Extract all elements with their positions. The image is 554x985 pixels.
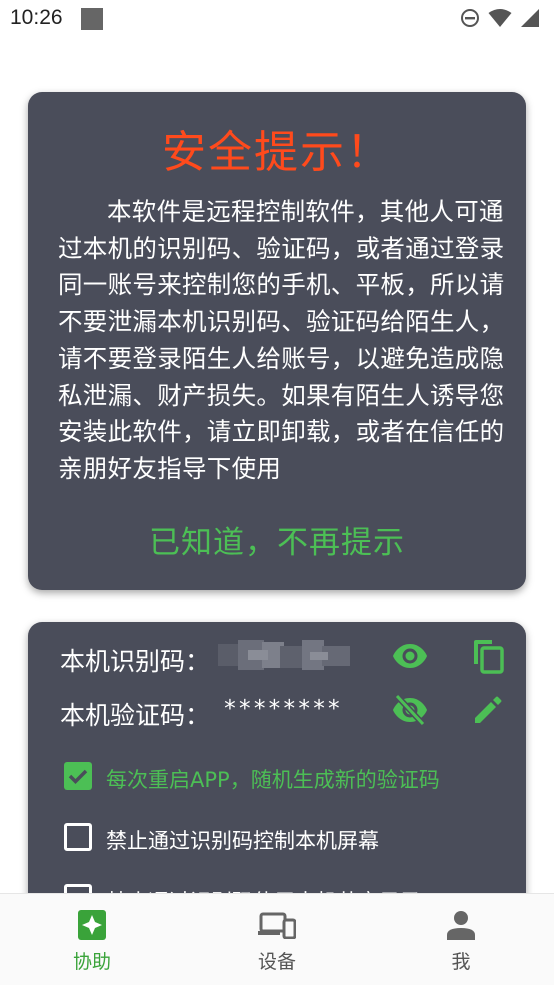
device-id-value-blurred: [218, 640, 350, 670]
verification-code-label: 本机验证码：: [60, 701, 211, 730]
device-id-label: 本机识别码：: [60, 647, 211, 676]
bottom-nav: 协助 设备 我: [0, 893, 554, 985]
copy-icon[interactable]: [468, 636, 508, 676]
notification-square-icon: [81, 8, 103, 30]
option-checkbox-regenerate-code[interactable]: [64, 762, 92, 790]
status-time: 10:26: [10, 6, 63, 29]
show-id-eye-icon[interactable]: [390, 636, 430, 676]
checkmark-icon: [68, 769, 88, 784]
option-label-disable-screen-control: 禁止通过识别码控制本机屏幕: [106, 829, 379, 853]
wifi-icon: [488, 9, 512, 27]
nav-label-me: 我: [451, 951, 471, 973]
option-checkbox-disable-screen-control[interactable]: [64, 823, 92, 851]
edit-pencil-icon[interactable]: [468, 690, 508, 730]
signal-icon: [521, 9, 539, 27]
nav-label-assist: 协助: [72, 951, 111, 973]
dnd-icon: [461, 9, 479, 27]
device-info-card: 本机识别码： 本机验证码： ******** 每次重启APP，随机生成新的验证码…: [28, 622, 526, 922]
person-icon: [447, 909, 475, 941]
devices-icon: [258, 909, 296, 941]
acknowledge-button[interactable]: 已知道，不再提示: [28, 517, 526, 562]
nav-label-devices: 设备: [257, 951, 296, 973]
assist-star-icon: [77, 909, 107, 941]
warning-title: 安全提示！: [162, 127, 392, 178]
warning-body: 本软件是远程控制软件，其他人可通过本机的识别码、验证码，或者通过登录同一账号来控…: [58, 197, 505, 483]
nav-item-me[interactable]: 我: [369, 894, 553, 985]
hide-code-eye-off-icon[interactable]: [390, 690, 430, 730]
safety-warning-card: 安全提示！ 本软件是远程控制软件，其他人可通过本机的识别码、验证码，或者通过登录…: [28, 92, 526, 590]
status-bar: 10:26: [0, 0, 554, 38]
nav-item-assist[interactable]: 协助: [0, 894, 184, 985]
verification-code-value: ********: [223, 696, 342, 722]
nav-item-devices[interactable]: 设备: [185, 894, 369, 985]
status-icons: [460, 8, 540, 28]
option-label-regenerate-code: 每次重启APP，随机生成新的验证码: [106, 768, 440, 792]
